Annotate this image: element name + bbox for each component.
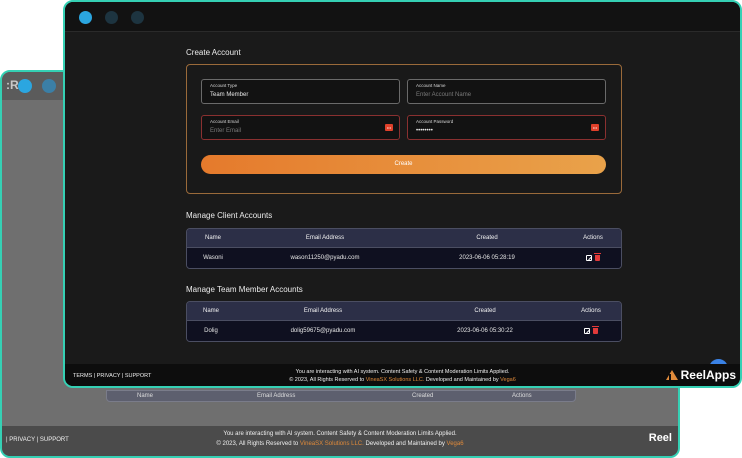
brand-name: ReelApps (680, 368, 736, 382)
company-link[interactable]: VineaSX Solutions LLC. (366, 377, 425, 383)
account-email-field[interactable]: Account Email Enter Email ••• (201, 115, 400, 140)
email-autofill-icon[interactable]: ••• (385, 124, 393, 131)
account-password-field[interactable]: Account Password •••••••• ••• (407, 115, 606, 140)
account-password-label: Account Password (416, 119, 454, 124)
trash-icon[interactable] (592, 326, 599, 334)
edit-icon[interactable] (586, 255, 592, 261)
window-dot-minimize[interactable] (105, 11, 118, 24)
footer: TERMS | PRIVACY | SUPPORT You are intera… (65, 364, 740, 386)
row-name: Dolig (204, 328, 218, 334)
create-account-title: Create Account (186, 48, 241, 57)
account-password-value: •••••••• (416, 128, 433, 134)
header-email: Email Address (303, 308, 343, 314)
account-name-field[interactable]: Account Name Enter Account Name (407, 79, 606, 104)
background-header-name: Name (137, 393, 154, 399)
password-autofill-icon[interactable]: ••• (591, 124, 599, 131)
create-button[interactable]: Create (201, 155, 606, 174)
account-type-select[interactable]: Account Type Team Member (201, 79, 400, 104)
manage-client-title: Manage Client Accounts (186, 211, 273, 220)
background-header-created: Created (412, 393, 434, 399)
background-brand: Reel (648, 432, 672, 444)
window-dot-maximize[interactable] (131, 11, 144, 24)
account-name-placeholder: Enter Account Name (416, 92, 472, 98)
background-table-header: Name Email Address Created Actions (106, 390, 576, 402)
background-logo: :R (6, 78, 19, 92)
create-account-panel: Account Type Team Member Account Name En… (186, 64, 622, 194)
footer-copyright: © 2023, All Rights Reserved to VineaSX S… (289, 377, 516, 383)
brand-mark-icon (665, 370, 678, 380)
client-table-header: Name Email Address Created Actions (187, 229, 621, 248)
header-actions: Actions (581, 308, 601, 314)
team-accounts-table: Name Email Address Created Actions Dolig… (186, 301, 622, 342)
background-header-email: Email Address (257, 393, 296, 399)
row-actions (559, 321, 621, 341)
manage-team-title: Manage Team Member Accounts (186, 285, 303, 294)
brand-logo: ReelApps (665, 368, 736, 382)
background-window-dot-1 (18, 79, 32, 93)
client-accounts-table: Name Email Address Created Actions Wason… (186, 228, 622, 269)
account-email-label: Account Email (210, 119, 239, 124)
account-name-label: Account Name (416, 83, 446, 88)
account-type-label: Account Type (210, 83, 238, 88)
footer-notice: You are interacting with AI system. Cont… (295, 369, 510, 375)
header-created: Created (474, 308, 496, 314)
main-window: Create Account Account Type Team Member … (63, 0, 742, 388)
edit-icon[interactable] (584, 328, 590, 334)
header-actions: Actions (583, 235, 603, 241)
window-dot-close[interactable] (79, 11, 92, 24)
header-name: Name (202, 308, 219, 314)
row-email: wason11250@pyadu.com (290, 255, 360, 261)
background-footer-copyright: © 2023, All Rights Reserved to VineaSX S… (216, 441, 464, 447)
window-titlebar (65, 2, 740, 32)
account-email-placeholder: Enter Email (210, 128, 242, 134)
background-header-actions: Actions (512, 393, 532, 399)
background-footer: | PRIVACY | SUPPORT You are interacting … (2, 426, 678, 456)
team-table-header: Name Email Address Created Actions (187, 302, 621, 321)
header-created: Created (476, 235, 498, 241)
row-created: 2023-06-06 05:30:22 (457, 328, 513, 334)
header-email: Email Address (305, 235, 345, 241)
row-created: 2023-06-06 05:28:19 (459, 255, 515, 261)
table-row: Dolig dolig59675@pyadu.com 2023-06-06 05… (187, 321, 621, 341)
developer-link[interactable]: Vega6 (500, 377, 516, 383)
row-name: Wasoni (203, 255, 223, 261)
header-name: Name (204, 235, 221, 241)
background-window-dot-2 (42, 79, 56, 93)
account-type-value: Team Member (210, 92, 249, 98)
background-footer-notice: You are interacting with AI system. Cont… (223, 431, 457, 437)
table-row: Wasoni wason11250@pyadu.com 2023-06-06 0… (187, 248, 621, 268)
trash-icon[interactable] (594, 253, 601, 261)
row-actions (563, 248, 621, 268)
row-email: dolig59675@pyadu.com (290, 328, 356, 334)
